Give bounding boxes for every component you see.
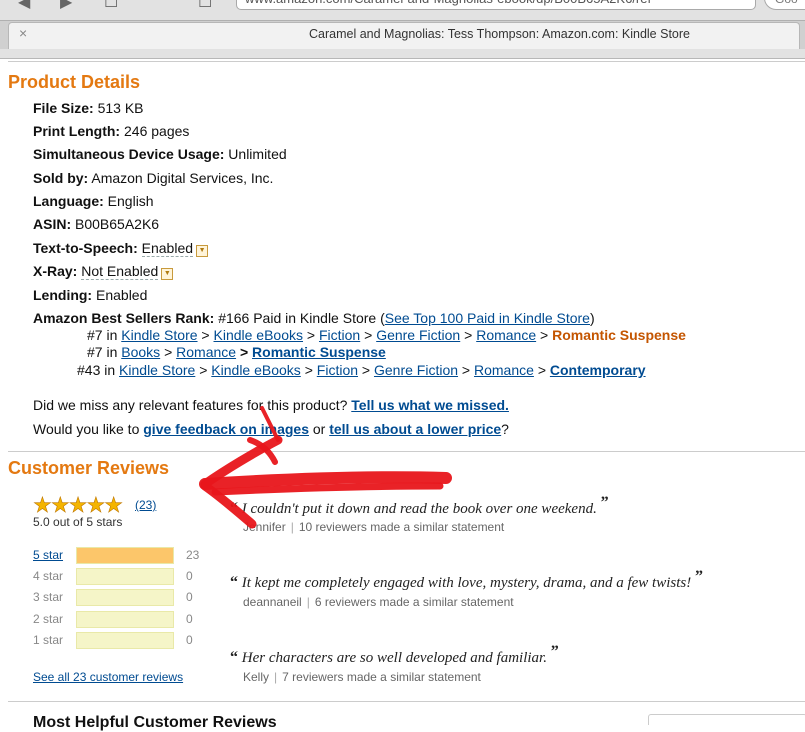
red-arrow-annotation xyxy=(199,406,452,529)
arrow-stroke xyxy=(260,406,280,442)
